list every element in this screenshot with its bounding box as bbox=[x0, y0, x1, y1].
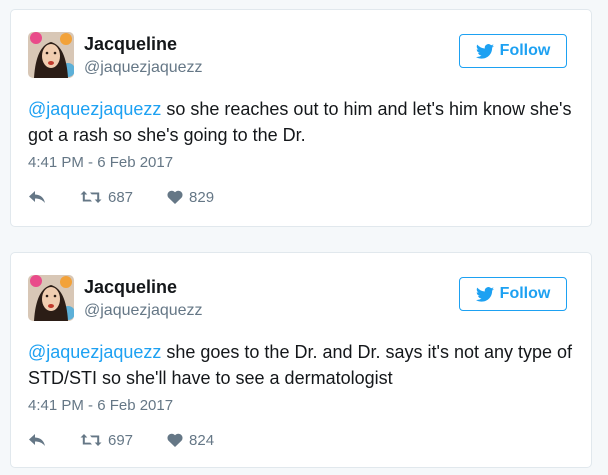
follow-label: Follow bbox=[499, 285, 551, 302]
retweet-button[interactable]: 697 bbox=[80, 432, 133, 449]
tweet-text: @jaquezjaquezz she goes to the Dr. and D… bbox=[28, 339, 580, 391]
heart-icon bbox=[167, 433, 183, 447]
like-button[interactable]: 829 bbox=[167, 189, 214, 206]
bird-icon bbox=[475, 43, 494, 59]
like-count: 829 bbox=[189, 188, 215, 206]
reply-button[interactable] bbox=[28, 433, 48, 447]
bird-icon bbox=[475, 286, 494, 302]
retweet-icon bbox=[80, 190, 102, 204]
display-name[interactable]: Jacqueline bbox=[84, 275, 177, 299]
user-handle[interactable]: @jaquezjaquezz bbox=[84, 58, 203, 78]
timestamp[interactable]: 4:41 PM - 6 Feb 2017 bbox=[28, 153, 173, 173]
retweet-count: 687 bbox=[108, 188, 134, 206]
tweet-card: Jacqueline @jaquezjaquezz Follow @jaquez… bbox=[10, 9, 592, 227]
tweet-actions: 687 829 bbox=[28, 186, 214, 208]
follow-button[interactable]: Follow bbox=[459, 34, 567, 68]
follow-label: Follow bbox=[499, 42, 551, 59]
mention-link[interactable]: @jaquezjaquezz bbox=[28, 99, 161, 119]
retweet-button[interactable]: 687 bbox=[80, 189, 133, 206]
retweet-icon bbox=[80, 433, 102, 447]
timestamp[interactable]: 4:41 PM - 6 Feb 2017 bbox=[28, 396, 173, 416]
tweet-card: Jacqueline @jaquezjaquezz Follow @jaquez… bbox=[10, 252, 592, 468]
heart-icon bbox=[167, 190, 183, 204]
mention-link[interactable]: @jaquezjaquezz bbox=[28, 342, 161, 362]
retweet-count: 697 bbox=[108, 431, 134, 449]
reply-button[interactable] bbox=[28, 190, 48, 204]
tweet-actions: 697 824 bbox=[28, 429, 214, 451]
avatar[interactable] bbox=[28, 275, 74, 321]
like-button[interactable]: 824 bbox=[167, 432, 214, 449]
display-name[interactable]: Jacqueline bbox=[84, 32, 177, 56]
avatar[interactable] bbox=[28, 32, 74, 78]
like-count: 824 bbox=[189, 431, 215, 449]
reply-icon bbox=[28, 433, 46, 447]
follow-button[interactable]: Follow bbox=[459, 277, 567, 311]
user-handle[interactable]: @jaquezjaquezz bbox=[84, 301, 203, 321]
tweet-text: @jaquezjaquezz so she reaches out to him… bbox=[28, 96, 580, 148]
reply-icon bbox=[28, 190, 46, 204]
